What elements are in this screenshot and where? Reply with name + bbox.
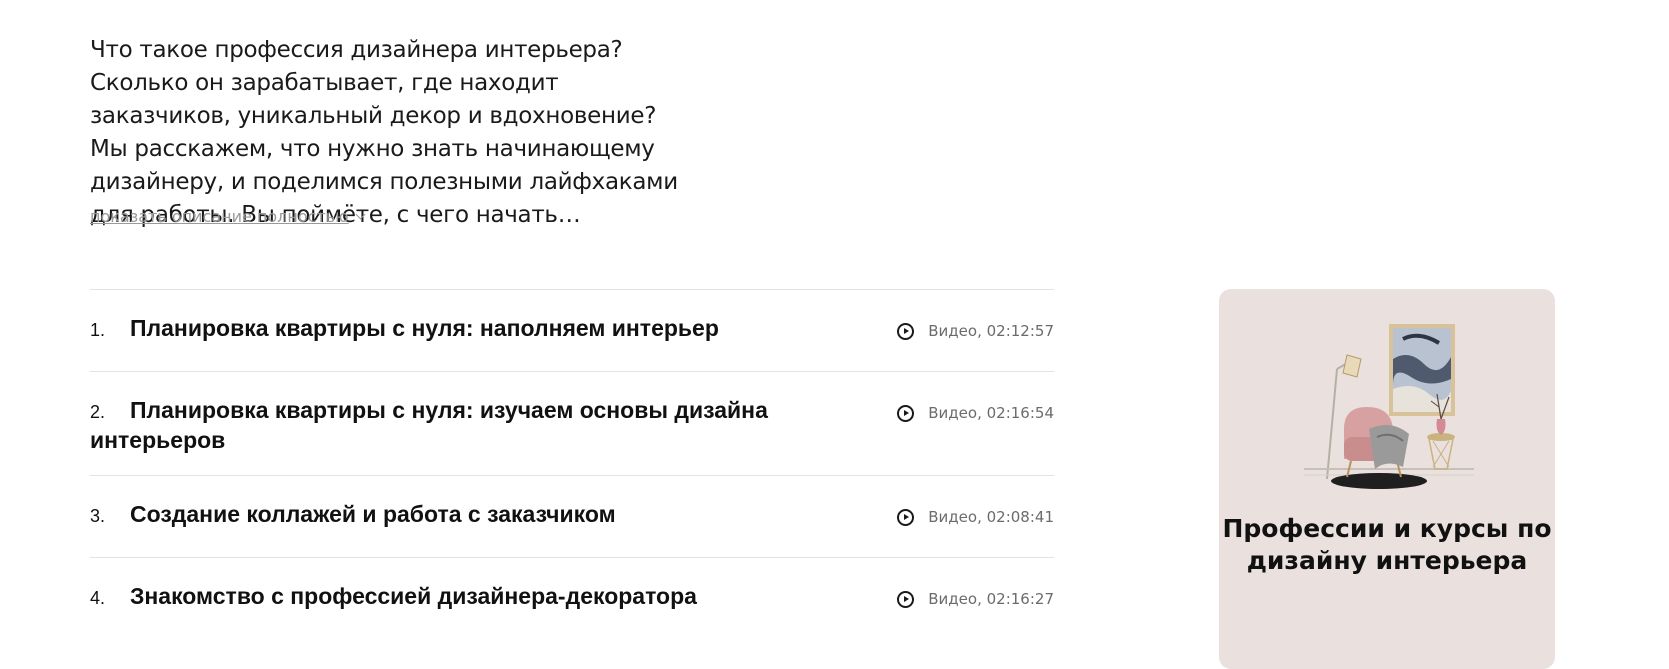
lesson-title-text: Планировка квартиры с нуля: изучаем осно… [90, 397, 768, 453]
play-circle-icon [897, 508, 915, 526]
lesson-list: 1. Планировка квартиры с нуля: наполняем … [90, 289, 1054, 648]
lesson-meta: Видео, 02:08:41 [897, 508, 1054, 526]
lesson-number: 2. [90, 402, 106, 422]
lesson-meta: Видео, 02:12:57 [897, 322, 1054, 340]
lesson-item[interactable]: 2. Планировка квартиры с нуля: изучаем ос… [90, 372, 1054, 476]
lesson-title-text: Знакомство с профессией дизайнера-декора… [130, 583, 697, 609]
show-full-description-link[interactable]: показать описание полностью [90, 207, 366, 226]
lesson-title-text: Планировка квартиры с нуля: наполняем ин… [130, 315, 719, 341]
show-more-label: показать описание полностью [90, 207, 349, 226]
lesson-meta: Видео, 02:16:54 [897, 404, 1054, 422]
play-circle-icon [897, 590, 915, 608]
lesson-duration: Видео, 02:12:57 [928, 322, 1054, 340]
promo-card[interactable]: Профессии и курсы по дизайну интерьера [1219, 289, 1555, 669]
lesson-number: 3. [90, 506, 106, 526]
lesson-item[interactable]: 3. Создание коллажей и работа с заказчико… [90, 476, 1054, 558]
lesson-title: 2. Планировка квартиры с нуля: изучаем ос… [90, 372, 770, 454]
lesson-title: 3. Создание коллажей и работа с заказчико… [90, 476, 770, 530]
vase [1436, 419, 1446, 435]
course-description: Что такое профессия дизайнера интерьера?… [90, 34, 690, 232]
lesson-title: 1. Планировка квартиры с нуля: наполняем … [90, 290, 770, 344]
blanket [1369, 425, 1409, 469]
promo-title: Профессии и курсы по дизайну интерьера [1222, 514, 1552, 575]
play-circle-icon [897, 404, 915, 422]
lesson-number: 1. [90, 320, 106, 340]
lesson-duration: Видео, 02:16:27 [928, 590, 1054, 608]
play-circle-icon [897, 322, 915, 340]
lamp-stand [1326, 368, 1338, 480]
rug [1331, 473, 1427, 489]
lesson-title-text: Создание коллажей и работа с заказчиком [130, 501, 616, 527]
chevron-down-icon [355, 209, 366, 220]
lesson-meta: Видео, 02:16:27 [897, 590, 1054, 608]
lesson-title: 4. Знакомство с профессией дизайнера-деко… [90, 558, 770, 612]
description-text: Что такое профессия дизайнера интерьера?… [90, 37, 678, 228]
lesson-number: 4. [90, 588, 106, 608]
lesson-duration: Видео, 02:16:54 [928, 404, 1054, 422]
lesson-duration: Видео, 02:08:41 [928, 508, 1054, 526]
lesson-item[interactable]: 1. Планировка квартиры с нуля: наполняем … [90, 290, 1054, 372]
lesson-item[interactable]: 4. Знакомство с профессией дизайнера-деко… [90, 558, 1054, 648]
lamp-shade [1342, 354, 1362, 378]
interior-illustration [1304, 324, 1474, 489]
